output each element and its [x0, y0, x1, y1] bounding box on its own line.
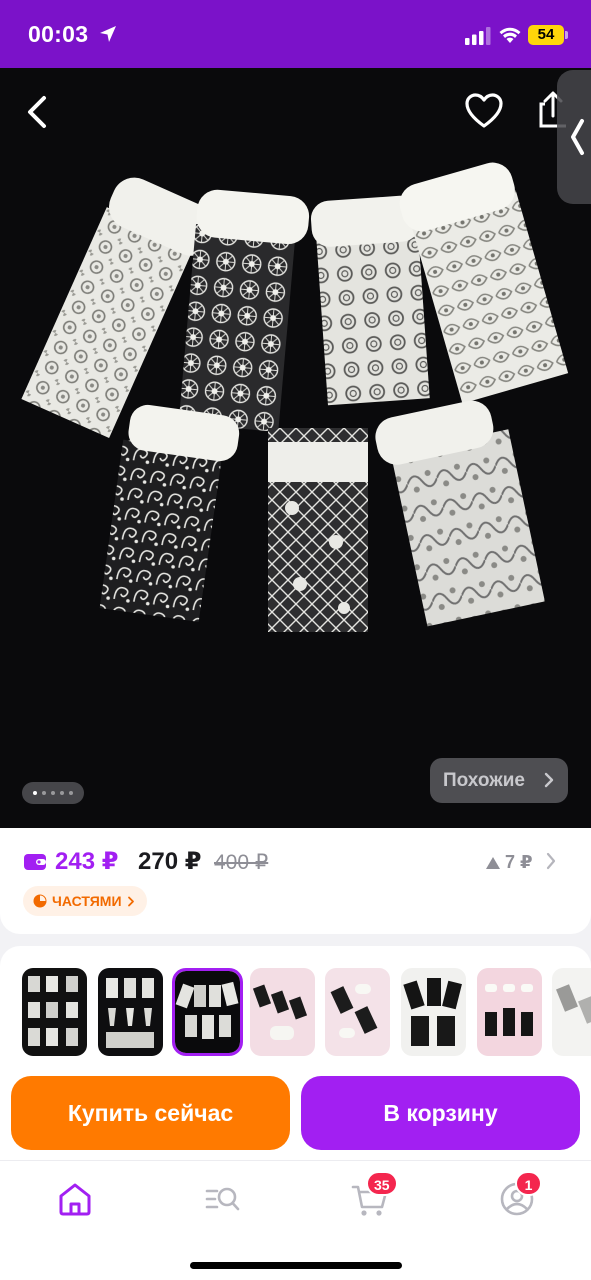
thumbnail-strip[interactable] [22, 968, 591, 1058]
buy-now-button[interactable]: Купить сейчас [11, 1076, 290, 1150]
wifi-icon [499, 27, 521, 43]
chevron-right-icon[interactable] [545, 852, 557, 870]
triangle-up-icon [486, 856, 500, 869]
home-indicator [190, 1262, 402, 1269]
wallet-card-icon [24, 854, 46, 870]
thumbnail[interactable] [552, 968, 591, 1056]
card-price: 243 ₽ [55, 848, 119, 875]
product-photo [21, 162, 569, 632]
installments-badge[interactable]: ЧАСТЯМИ [23, 886, 147, 916]
profile-notification-badge: 1 [515, 1171, 542, 1196]
add-to-cart-button[interactable]: В корзину [301, 1076, 580, 1150]
bottom-navigation: 35 1 [0, 1160, 591, 1280]
thumbnail[interactable] [250, 968, 315, 1056]
price-section: 243 ₽ 270 ₽ 400 ₽ 7 ₽ ЧАСТЯМИ [0, 828, 591, 934]
thumbnail-selected[interactable] [172, 968, 243, 1056]
cart-count-badge: 35 [366, 1171, 398, 1196]
installments-label: ЧАСТЯМИ [52, 893, 122, 909]
page-dot [42, 791, 46, 795]
home-icon[interactable] [53, 1177, 97, 1221]
page-dot [60, 791, 64, 795]
chevron-right-icon [544, 772, 554, 788]
status-time: 00:03 [28, 21, 89, 47]
similar-items-button[interactable]: Похожие [430, 758, 568, 803]
thumbnail[interactable] [98, 968, 163, 1056]
gallery-page-indicator [22, 782, 84, 804]
page-dot [33, 791, 37, 795]
product-gallery[interactable]: Похожие [0, 68, 591, 828]
page-dot [69, 791, 73, 795]
pie-chart-icon [33, 894, 47, 908]
side-panel-tab[interactable] [557, 70, 591, 204]
page-dot [51, 791, 55, 795]
price-drop-value: 7 ₽ [505, 852, 533, 872]
signal-icon [465, 27, 491, 45]
battery-indicator: 54 [528, 25, 568, 45]
back-arrow-icon[interactable] [18, 90, 58, 134]
price-drop[interactable]: 7 ₽ [485, 852, 533, 873]
status-bar: 00:03 54 [0, 0, 591, 68]
current-price: 270 ₽ [138, 848, 202, 875]
variant-and-actions-panel: Купить сейчас В корзину [0, 946, 591, 1176]
chevron-right-icon [127, 896, 134, 906]
thumbnail[interactable] [22, 968, 87, 1056]
catalog-search-icon[interactable] [201, 1177, 245, 1221]
profile-nav-item[interactable]: 1 [495, 1171, 542, 1221]
thumbnail[interactable] [401, 968, 466, 1056]
thumbnail[interactable] [477, 968, 542, 1056]
old-price: 400 ₽ [214, 851, 269, 874]
favorite-heart-icon[interactable] [464, 92, 504, 130]
thumbnail[interactable] [325, 968, 390, 1056]
cart-nav-item[interactable]: 35 [348, 1171, 398, 1221]
chevron-left-icon [571, 119, 584, 155]
location-arrow-icon [100, 26, 116, 42]
similar-items-label: Похожие [443, 769, 525, 791]
